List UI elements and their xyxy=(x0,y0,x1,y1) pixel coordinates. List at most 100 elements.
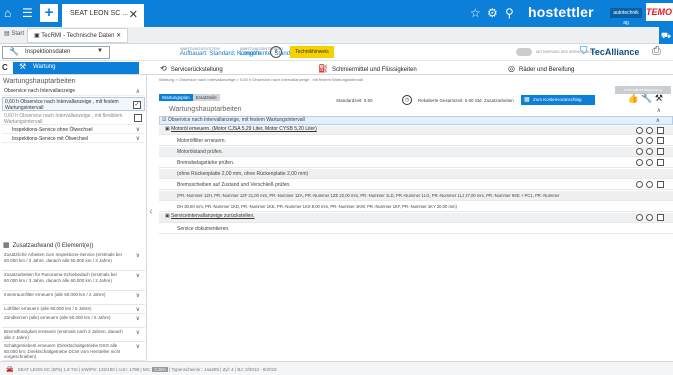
radio-ok[interactable] xyxy=(636,137,643,144)
checkbox[interactable] xyxy=(134,114,142,122)
service-mode-toggle[interactable] xyxy=(516,48,532,56)
table-row[interactable]: Motorölfilter erneuern. xyxy=(159,136,673,146)
list-item[interactable]: Inspektions-Service mit Ölwechsel ∨ xyxy=(2,135,145,143)
chevron-down-icon[interactable]: ∨ xyxy=(136,135,140,142)
checkbox-checked[interactable]: ☑ xyxy=(160,117,166,123)
new-tab-button[interactable]: + xyxy=(40,4,58,22)
checkbox[interactable] xyxy=(657,127,664,134)
radio-nok[interactable] xyxy=(646,181,653,188)
info-icon[interactable]: i xyxy=(270,46,282,58)
additional-item[interactable]: Zusatzarbeiten für Panorama-Schiebedach … xyxy=(2,272,145,291)
tab-ersatzteile[interactable]: Ersatzteile xyxy=(192,94,220,101)
kw-ps: KW/PS: 132/180 xyxy=(81,367,115,372)
checkbox-checked[interactable]: ✓ xyxy=(133,101,141,109)
print-icon[interactable]: ⎙ xyxy=(652,45,661,58)
additional-item[interactable]: Bremsflüssigkeit erneuern (erstmals nach… xyxy=(2,329,145,342)
table-row[interactable]: ▣ Serviceintervallanzeige zurückstellen. xyxy=(159,213,673,223)
additional-item[interactable]: Zündkerzen (alle) erneuern (alle 60.000 … xyxy=(2,315,145,328)
checkbox[interactable] xyxy=(657,137,664,144)
list-item[interactable]: Observice nach Intervallanzeige ∧ xyxy=(2,87,145,96)
category-servicerueckstellung[interactable]: ⟲ Servicerückstellung xyxy=(160,62,223,74)
chevron-down-icon[interactable]: ∨ xyxy=(136,253,140,260)
tecalliance-logo: TecAlliance xyxy=(590,47,640,57)
additional-item[interactable]: Innenraumfilter erneuern (alle 60.000 km… xyxy=(2,292,145,305)
table-row: (ohne Rückenplatte 2,00 mm, ohne Rückenp… xyxy=(159,169,673,179)
breadcrumb: Wartung > Observice nach Intervallanzeig… xyxy=(159,77,363,82)
thumbs-up-icon[interactable]: 👍 xyxy=(627,93,638,103)
cart-button[interactable]: ⛟ xyxy=(659,27,673,44)
mc-label: MC: xyxy=(142,367,152,372)
checkbox[interactable] xyxy=(657,159,664,166)
table-row[interactable]: ▣ Motoröl erneuern. (Motor CJSA 5,29 Lit… xyxy=(159,126,673,135)
brand-name: hostettler xyxy=(528,4,594,20)
table-row[interactable]: ☑ Observice nach Intervallanzeige, mit f… xyxy=(159,116,673,125)
list-item[interactable]: Inspektions-Service ohne Ölwechsel ∨ xyxy=(2,126,145,134)
tab-row: ▤ Start ▣ TecRMI - Technische Daten ✕ ⛟ xyxy=(0,27,673,44)
chevron-down-icon[interactable]: ∨ xyxy=(136,344,140,351)
radio-ok[interactable] xyxy=(636,214,643,221)
info-bar: 🔧 Inspektionsdaten ▼ WARTUNGSSYSTEM Aufb… xyxy=(0,44,673,61)
tab-wartungsplan[interactable]: Wartungsplan xyxy=(159,94,193,101)
category-raeder[interactable]: ◎ Räder und Bereifung xyxy=(508,62,574,74)
radio-nok[interactable] xyxy=(646,148,653,155)
radio-nok[interactable] xyxy=(646,137,653,144)
checkbox[interactable] xyxy=(657,214,664,221)
wrench-icon[interactable]: 🔧 xyxy=(641,93,652,103)
chevron-down-icon[interactable]: ∨ xyxy=(136,330,140,337)
reload-button[interactable]: C xyxy=(2,63,8,72)
radio-ok[interactable] xyxy=(636,148,643,155)
additional-item[interactable]: Luftfilter erneuern (alle 90.000 km / 6 … xyxy=(2,306,145,314)
radio-ok[interactable] xyxy=(636,127,643,134)
chevron-down-icon[interactable]: ∨ xyxy=(136,126,140,133)
checkbox[interactable] xyxy=(657,148,664,155)
collapse-panel-icon[interactable]: ‹ xyxy=(147,206,155,217)
share-icon[interactable]: ⚲ xyxy=(505,5,514,21)
chevron-up-icon[interactable]: ∧ xyxy=(656,117,660,124)
chevron-down-icon[interactable]: ∨ xyxy=(136,293,140,300)
tab-tecrmi[interactable]: ▣ TecRMI - Technische Daten ✕ xyxy=(27,28,129,43)
build-years: BJ: 2/2013 - 8/2016 xyxy=(237,367,277,372)
table-row[interactable]: Motorölstand prüfen. xyxy=(159,147,673,157)
total-time: Rekalierte Gesamtzeit: 0.60 Std. Zusatza… xyxy=(418,98,514,103)
technical-note-button[interactable]: Technikhinweis xyxy=(290,46,334,58)
wrench-icon: 🔧 xyxy=(9,47,19,56)
table-row[interactable]: Bremsbelagstärke prüfen. xyxy=(159,158,673,168)
menu-icon[interactable]: ☰ xyxy=(22,5,33,21)
home-icon[interactable]: ⌂ xyxy=(4,5,11,21)
chevron-down-icon[interactable]: ∨ xyxy=(136,307,140,314)
radio-ok[interactable] xyxy=(636,159,643,166)
table-row[interactable]: Bremsscheiben auf Zustand und Verschleiß… xyxy=(159,180,673,190)
list-item[interactable]: 0,60 h Observice nach Intervallanzeige ,… xyxy=(2,97,145,111)
table-row: (PR.-Nummer 1ZH, PR.-Nummer 1ZF 21,00 mm… xyxy=(159,191,673,201)
chevron-down-icon[interactable]: ∨ xyxy=(136,316,140,323)
mc-badge: CJSA xyxy=(152,367,168,372)
additional-item[interactable]: Schaltgetriebeöl erneuern (Direktschaltg… xyxy=(2,343,145,361)
checkbox[interactable] xyxy=(657,181,664,188)
car-icon: 🚘 xyxy=(6,367,14,373)
shield-icon: ⛉ xyxy=(580,46,588,57)
document-icon: ▣ xyxy=(165,126,170,132)
list-item[interactable]: 0,60 h Observice nach Intervallanzeige ,… xyxy=(2,112,145,125)
radio-ok[interactable] xyxy=(636,181,643,188)
additional-item[interactable]: Zusätzliche Arbeiten zum Inspektions-Ser… xyxy=(2,252,145,271)
star-icon[interactable]: ☆ xyxy=(470,5,481,21)
main-panel: Wartung > Observice nach Intervallanzeig… xyxy=(156,75,673,361)
chevron-up-icon[interactable]: ∧ xyxy=(657,107,661,114)
radio-nok[interactable] xyxy=(646,214,653,221)
close-icon[interactable]: ✕ xyxy=(116,33,121,39)
gear-icon[interactable]: ⚙ xyxy=(487,5,498,21)
table-row[interactable]: Service dokumentieren. xyxy=(159,224,673,234)
vehicle-tab[interactable]: SEAT LEON SC ... ✕ xyxy=(62,4,144,27)
chevron-down-icon[interactable]: ∨ xyxy=(136,273,140,280)
category-wartung[interactable]: ⚒ Wartung xyxy=(13,62,139,74)
tab-start[interactable]: ▤ Start xyxy=(4,30,24,37)
close-icon[interactable]: ✕ xyxy=(129,8,138,21)
oil-can-icon: ⛽ xyxy=(318,64,328,73)
data-type-select[interactable]: 🔧 Inspektionsdaten ▼ xyxy=(2,46,110,59)
radio-nok[interactable] xyxy=(646,159,653,166)
wrench-alt-icon[interactable]: ⚒ xyxy=(655,93,663,103)
add-to-estimate-button[interactable]: ▦ Zum Kostenvoranschlag hinzufügen xyxy=(521,95,595,112)
chevron-up-icon[interactable]: ∧ xyxy=(136,88,140,95)
category-schmiermittel[interactable]: ⛽ Schmiermittel und Flüssigkeiten xyxy=(318,62,417,74)
radio-nok[interactable] xyxy=(646,127,653,134)
